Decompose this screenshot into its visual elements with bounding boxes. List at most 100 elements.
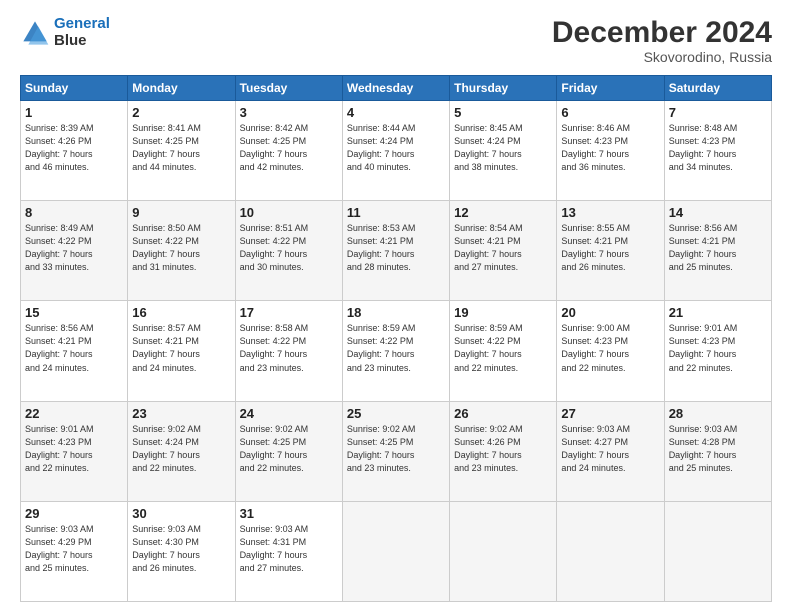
calendar-cell: 19 Sunrise: 8:59 AM Sunset: 4:22 PM Dayli… — [450, 301, 557, 401]
title-block: December 2024 Skovorodino, Russia — [552, 16, 772, 65]
day-number: 21 — [669, 305, 767, 320]
week-row-1: 1 Sunrise: 8:39 AM Sunset: 4:26 PM Daylig… — [21, 101, 772, 201]
day-info: Sunrise: 8:57 AM Sunset: 4:21 PM Dayligh… — [132, 322, 230, 374]
calendar-cell: 13 Sunrise: 8:55 AM Sunset: 4:21 PM Dayli… — [557, 201, 664, 301]
calendar-cell: 14 Sunrise: 8:56 AM Sunset: 4:21 PM Dayli… — [664, 201, 771, 301]
day-info: Sunrise: 8:54 AM Sunset: 4:21 PM Dayligh… — [454, 222, 552, 274]
day-number: 23 — [132, 406, 230, 421]
calendar-cell: 8 Sunrise: 8:49 AM Sunset: 4:22 PM Daylig… — [21, 201, 128, 301]
calendar-cell: 3Sunrise: 8:42 AM Sunset: 4:25 PM Daylig… — [235, 101, 342, 201]
col-header-thursday: Thursday — [450, 76, 557, 101]
day-info: Sunrise: 9:03 AM Sunset: 4:28 PM Dayligh… — [669, 423, 767, 475]
day-number: 13 — [561, 205, 659, 220]
calendar-cell: 21Sunrise: 9:01 AM Sunset: 4:23 PM Dayli… — [664, 301, 771, 401]
logo-line2: Blue — [54, 33, 110, 50]
calendar-cell: 9 Sunrise: 8:50 AM Sunset: 4:22 PM Daylig… — [128, 201, 235, 301]
calendar-cell — [342, 501, 449, 601]
day-number: 4 — [347, 105, 445, 120]
day-number: 14 — [669, 205, 767, 220]
calendar-cell: 28 Sunrise: 9:03 AM Sunset: 4:28 PM Dayli… — [664, 401, 771, 501]
week-row-5: 29 Sunrise: 9:03 AM Sunset: 4:29 PM Dayli… — [21, 501, 772, 601]
day-info: Sunrise: 8:59 AM Sunset: 4:22 PM Dayligh… — [454, 322, 552, 374]
calendar-cell: 22Sunrise: 9:01 AM Sunset: 4:23 PM Dayli… — [21, 401, 128, 501]
day-info: Sunrise: 9:02 AM Sunset: 4:25 PM Dayligh… — [347, 423, 445, 475]
col-header-tuesday: Tuesday — [235, 76, 342, 101]
calendar-header: SundayMondayTuesdayWednesdayThursdayFrid… — [21, 76, 772, 101]
day-number: 29 — [25, 506, 123, 521]
day-number: 8 — [25, 205, 123, 220]
day-info: Sunrise: 9:03 AM Sunset: 4:27 PM Dayligh… — [561, 423, 659, 475]
day-info: Sunrise: 9:00 AM Sunset: 4:23 PM Dayligh… — [561, 322, 659, 374]
day-info: Sunrise: 8:55 AM Sunset: 4:21 PM Dayligh… — [561, 222, 659, 274]
calendar-cell — [557, 501, 664, 601]
day-number: 1 — [25, 105, 123, 120]
day-info: Sunrise: 8:49 AM Sunset: 4:22 PM Dayligh… — [25, 222, 123, 274]
day-info: Sunrise: 8:41 AM Sunset: 4:25 PM Dayligh… — [132, 122, 230, 174]
day-info: Sunrise: 9:02 AM Sunset: 4:25 PM Dayligh… — [240, 423, 338, 475]
day-number: 31 — [240, 506, 338, 521]
day-number: 6 — [561, 105, 659, 120]
day-number: 18 — [347, 305, 445, 320]
day-number: 5 — [454, 105, 552, 120]
day-number: 17 — [240, 305, 338, 320]
day-number: 26 — [454, 406, 552, 421]
day-number: 28 — [669, 406, 767, 421]
calendar-table: SundayMondayTuesdayWednesdayThursdayFrid… — [20, 75, 772, 602]
subtitle: Skovorodino, Russia — [552, 49, 772, 65]
day-info: Sunrise: 9:02 AM Sunset: 4:24 PM Dayligh… — [132, 423, 230, 475]
day-info: Sunrise: 8:46 AM Sunset: 4:23 PM Dayligh… — [561, 122, 659, 174]
calendar-cell — [664, 501, 771, 601]
calendar-cell: 12 Sunrise: 8:54 AM Sunset: 4:21 PM Dayli… — [450, 201, 557, 301]
day-info: Sunrise: 9:01 AM Sunset: 4:23 PM Dayligh… — [25, 423, 123, 475]
calendar-cell: 17 Sunrise: 8:58 AM Sunset: 4:22 PM Dayli… — [235, 301, 342, 401]
logo-icon — [20, 18, 50, 48]
day-info: Sunrise: 8:58 AM Sunset: 4:22 PM Dayligh… — [240, 322, 338, 374]
col-header-sunday: Sunday — [21, 76, 128, 101]
day-number: 19 — [454, 305, 552, 320]
day-info: Sunrise: 8:56 AM Sunset: 4:21 PM Dayligh… — [669, 222, 767, 274]
day-number: 20 — [561, 305, 659, 320]
day-info: Sunrise: 9:02 AM Sunset: 4:26 PM Dayligh… — [454, 423, 552, 475]
calendar-body: 1 Sunrise: 8:39 AM Sunset: 4:26 PM Daylig… — [21, 101, 772, 602]
day-info: Sunrise: 8:39 AM Sunset: 4:26 PM Dayligh… — [25, 122, 123, 174]
calendar-cell: 1 Sunrise: 8:39 AM Sunset: 4:26 PM Daylig… — [21, 101, 128, 201]
calendar-cell: 23 Sunrise: 9:02 AM Sunset: 4:24 PM Dayli… — [128, 401, 235, 501]
header: General Blue December 2024 Skovorodino, … — [20, 16, 772, 65]
day-info: Sunrise: 9:03 AM Sunset: 4:29 PM Dayligh… — [25, 523, 123, 575]
week-row-4: 22Sunrise: 9:01 AM Sunset: 4:23 PM Dayli… — [21, 401, 772, 501]
day-info: Sunrise: 8:44 AM Sunset: 4:24 PM Dayligh… — [347, 122, 445, 174]
day-info: Sunrise: 8:59 AM Sunset: 4:22 PM Dayligh… — [347, 322, 445, 374]
calendar-cell: 26 Sunrise: 9:02 AM Sunset: 4:26 PM Dayli… — [450, 401, 557, 501]
calendar-cell: 15 Sunrise: 8:56 AM Sunset: 4:21 PM Dayli… — [21, 301, 128, 401]
day-info: Sunrise: 8:45 AM Sunset: 4:24 PM Dayligh… — [454, 122, 552, 174]
day-info: Sunrise: 8:50 AM Sunset: 4:22 PM Dayligh… — [132, 222, 230, 274]
page: General Blue December 2024 Skovorodino, … — [0, 0, 792, 612]
calendar-cell: 27 Sunrise: 9:03 AM Sunset: 4:27 PM Dayli… — [557, 401, 664, 501]
calendar-cell: 20 Sunrise: 9:00 AM Sunset: 4:23 PM Dayli… — [557, 301, 664, 401]
calendar-cell — [450, 501, 557, 601]
header-row: SundayMondayTuesdayWednesdayThursdayFrid… — [21, 76, 772, 101]
logo: General Blue — [20, 16, 110, 49]
day-number: 27 — [561, 406, 659, 421]
day-number: 12 — [454, 205, 552, 220]
calendar-cell: 24Sunrise: 9:02 AM Sunset: 4:25 PM Dayli… — [235, 401, 342, 501]
calendar-cell: 5 Sunrise: 8:45 AM Sunset: 4:24 PM Daylig… — [450, 101, 557, 201]
day-info: Sunrise: 9:03 AM Sunset: 4:30 PM Dayligh… — [132, 523, 230, 575]
calendar-cell: 7Sunrise: 8:48 AM Sunset: 4:23 PM Daylig… — [664, 101, 771, 201]
day-number: 15 — [25, 305, 123, 320]
day-number: 9 — [132, 205, 230, 220]
week-row-2: 8 Sunrise: 8:49 AM Sunset: 4:22 PM Daylig… — [21, 201, 772, 301]
col-header-wednesday: Wednesday — [342, 76, 449, 101]
logo-line1: General — [54, 15, 110, 32]
calendar-cell: 2 Sunrise: 8:41 AM Sunset: 4:25 PM Daylig… — [128, 101, 235, 201]
col-header-monday: Monday — [128, 76, 235, 101]
day-number: 16 — [132, 305, 230, 320]
logo-text: General Blue — [54, 16, 110, 49]
day-info: Sunrise: 8:42 AM Sunset: 4:25 PM Dayligh… — [240, 122, 338, 174]
day-number: 2 — [132, 105, 230, 120]
week-row-3: 15 Sunrise: 8:56 AM Sunset: 4:21 PM Dayli… — [21, 301, 772, 401]
calendar-cell: 11Sunrise: 8:53 AM Sunset: 4:21 PM Dayli… — [342, 201, 449, 301]
calendar-cell: 31Sunrise: 9:03 AM Sunset: 4:31 PM Dayli… — [235, 501, 342, 601]
day-info: Sunrise: 8:56 AM Sunset: 4:21 PM Dayligh… — [25, 322, 123, 374]
calendar-cell: 18 Sunrise: 8:59 AM Sunset: 4:22 PM Dayli… — [342, 301, 449, 401]
